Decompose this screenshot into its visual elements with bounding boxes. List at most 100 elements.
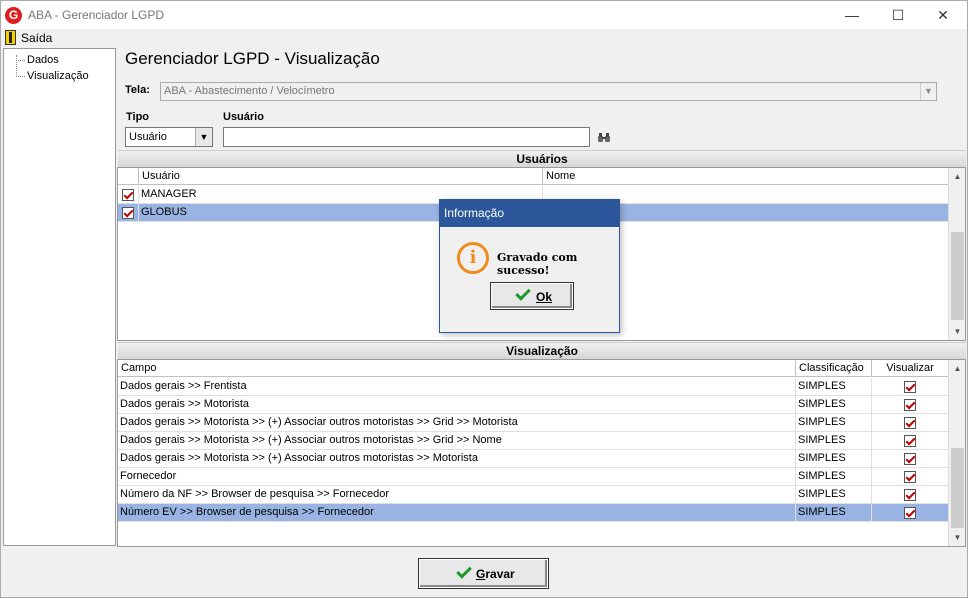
visualizar-checkbox[interactable] <box>904 417 916 429</box>
ok-button-label: Ok <box>536 290 553 304</box>
tela-label: Tela: <box>125 84 150 96</box>
view-grid-header-campo[interactable]: Campo <box>118 360 796 377</box>
table-cell-classificacao: SIMPLES <box>796 504 872 522</box>
tela-select[interactable]: ABA - Abastecimento / Velocímetro ▼ <box>160 82 937 101</box>
title-bar: G ABA - Gerenciador LGPD — ☐ ✕ <box>1 1 967 29</box>
table-row[interactable]: Dados gerais >> Motorista >> (+) Associa… <box>118 414 949 432</box>
view-grid-header-classificacao[interactable]: Classificação <box>796 360 872 377</box>
minimize-button[interactable]: — <box>829 1 875 29</box>
table-cell-classificacao: SIMPLES <box>796 450 872 468</box>
table-cell-classificacao: SIMPLES <box>796 486 872 504</box>
table-row[interactable]: Dados gerais >> Frentista SIMPLES <box>118 378 949 396</box>
table-cell-classificacao: SIMPLES <box>796 414 872 432</box>
table-cell-visualizar <box>872 396 949 414</box>
table-cell-campo: Número da NF >> Browser de pesquisa >> F… <box>118 486 796 504</box>
close-button[interactable]: ✕ <box>920 1 966 29</box>
maximize-button[interactable]: ☐ <box>875 1 921 29</box>
scroll-up-icon[interactable]: ▲ <box>949 168 965 185</box>
scrollbar-thumb[interactable] <box>951 448 964 528</box>
ok-button[interactable]: Ok <box>490 282 574 310</box>
visualizar-checkbox[interactable] <box>904 381 916 393</box>
visualizar-checkbox[interactable] <box>904 471 916 483</box>
menu-exit[interactable]: Saída <box>1 29 53 47</box>
table-cell-campo: Dados gerais >> Motorista >> (+) Associa… <box>118 450 796 468</box>
chevron-down-icon[interactable]: ▼ <box>195 128 212 146</box>
info-icon: i <box>457 242 489 274</box>
visualizar-checkbox[interactable] <box>904 507 916 519</box>
menu-bar: Saída <box>1 29 967 47</box>
table-cell-campo: Dados gerais >> Motorista >> (+) Associa… <box>118 432 796 450</box>
table-cell-visualizar <box>872 432 949 450</box>
usuario-input[interactable] <box>223 127 590 147</box>
usuario-label: Usuário <box>223 111 264 123</box>
table-cell-visualizar <box>872 414 949 432</box>
navigation-tree: Dados Visualização <box>3 48 116 546</box>
app-logo-icon: G <box>5 7 22 24</box>
tipo-label: Tipo <box>126 111 150 123</box>
user-checkbox[interactable] <box>122 207 134 219</box>
tree-item-dados[interactable]: Dados <box>27 54 59 66</box>
tree-item-visualizacao[interactable]: Visualização <box>27 70 89 82</box>
table-cell-visualizar <box>872 378 949 396</box>
chevron-down-icon[interactable]: ▼ <box>920 83 936 100</box>
scroll-down-icon[interactable]: ▼ <box>949 529 965 546</box>
visualizar-checkbox[interactable] <box>904 453 916 465</box>
table-cell-campo: Dados gerais >> Frentista <box>118 378 796 396</box>
view-section-header: Visualização <box>118 342 966 359</box>
window-title: ABA - Gerenciador LGPD <box>28 8 165 22</box>
tree-connector <box>16 60 25 61</box>
tree-connector <box>16 76 25 77</box>
page-title: Gerenciador LGPD - Visualização <box>125 49 380 68</box>
table-cell-classificacao: SIMPLES <box>796 396 872 414</box>
users-section-header: Usuários <box>118 150 966 167</box>
save-button[interactable]: Gravar <box>418 558 549 589</box>
tipo-select[interactable]: Usuário ▼ <box>125 127 213 147</box>
table-row[interactable]: Dados gerais >> Motorista SIMPLES <box>118 396 949 414</box>
table-cell <box>118 204 139 222</box>
view-grid-scrollbar[interactable]: ▲ ▼ <box>948 360 965 546</box>
table-row[interactable]: Dados gerais >> Motorista >> (+) Associa… <box>118 450 949 468</box>
application-window: G ABA - Gerenciador LGPD — ☐ ✕ Saída Dad… <box>0 0 968 598</box>
table-row[interactable]: Número da NF >> Browser de pesquisa >> F… <box>118 486 949 504</box>
tree-connector-line <box>16 55 17 77</box>
table-cell-visualizar <box>872 468 949 486</box>
users-grid-header-usuario[interactable]: Usuário <box>139 168 543 185</box>
scroll-up-icon[interactable]: ▲ <box>949 360 965 377</box>
scrollbar-thumb[interactable] <box>951 232 964 320</box>
check-icon <box>515 285 531 301</box>
users-grid-header-nome[interactable]: Nome <box>543 168 949 185</box>
save-button-label: Gravar <box>476 567 515 581</box>
check-icon <box>456 563 472 579</box>
binoculars-search-icon[interactable] <box>598 133 610 142</box>
table-cell-campo: Dados gerais >> Motorista <box>118 396 796 414</box>
table-row[interactable]: Fornecedor SIMPLES <box>118 468 949 486</box>
visualizar-checkbox[interactable] <box>904 399 916 411</box>
view-grid: Campo Classificação Visualizar Dados ger… <box>117 359 966 547</box>
table-cell-campo: Número EV >> Browser de pesquisa >> Forn… <box>118 504 796 522</box>
table-cell-campo: Fornecedor <box>118 468 796 486</box>
table-cell-campo: Dados gerais >> Motorista >> (+) Associa… <box>118 414 796 432</box>
tela-select-value: ABA - Abastecimento / Velocímetro <box>164 85 335 97</box>
table-cell-classificacao: SIMPLES <box>796 378 872 396</box>
table-cell-classificacao: SIMPLES <box>796 432 872 450</box>
dialog-title: Informação <box>440 200 619 227</box>
table-cell-visualizar <box>872 450 949 468</box>
tipo-select-value: Usuário <box>129 131 167 143</box>
table-cell-visualizar <box>872 504 949 522</box>
table-cell <box>118 186 139 204</box>
table-row[interactable]: Número EV >> Browser de pesquisa >> Forn… <box>118 504 949 522</box>
menu-exit-label: Saída <box>21 31 53 45</box>
information-dialog: Informação i Gravado com sucesso! Ok <box>439 199 620 333</box>
user-checkbox[interactable] <box>122 189 134 201</box>
users-grid-header-check <box>118 168 139 185</box>
table-row[interactable]: Dados gerais >> Motorista >> (+) Associa… <box>118 432 949 450</box>
view-grid-header-visualizar[interactable]: Visualizar <box>872 360 949 377</box>
dialog-message: Gravado com sucesso! <box>497 251 578 277</box>
door-exit-icon <box>5 30 16 45</box>
table-cell-visualizar <box>872 486 949 504</box>
table-cell-classificacao: SIMPLES <box>796 468 872 486</box>
users-grid-scrollbar[interactable]: ▲ ▼ <box>948 168 965 340</box>
visualizar-checkbox[interactable] <box>904 489 916 501</box>
scroll-down-icon[interactable]: ▼ <box>949 323 965 340</box>
visualizar-checkbox[interactable] <box>904 435 916 447</box>
